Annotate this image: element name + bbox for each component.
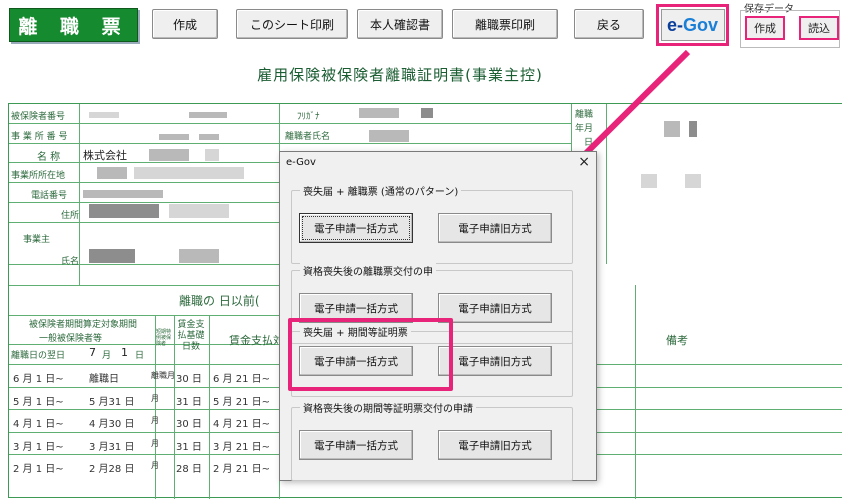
create-button[interactable]: 作成: [152, 9, 218, 39]
dialog-title: e-Gov: [286, 157, 316, 168]
id-check-button[interactable]: 本人確認書: [357, 9, 443, 39]
group-label: 喪失届 + 離職票 (通常のパターン): [300, 183, 462, 198]
legacy-method-button[interactable]: 電子申請旧方式: [438, 346, 552, 376]
row-to: 5 月31 日: [89, 396, 135, 408]
office-number-label: 事 業 所 番 号: [11, 132, 68, 142]
row-base-days: 30 日: [176, 419, 202, 430]
row-from: 2 月 1 日~: [13, 464, 64, 475]
next-day-day-unit: 日: [135, 351, 145, 361]
company-name-label: 名 称: [37, 152, 61, 163]
base-days-header: 賃金支払基礎日数: [177, 320, 205, 352]
wage-period-header: 賃金支払対: [229, 334, 284, 347]
print-sheet-button[interactable]: このシート印刷: [236, 9, 348, 39]
sheet-title-tab: 離 職 票: [9, 8, 138, 42]
group-label: 資格喪失後の離職票交付の申: [300, 263, 436, 278]
back-button[interactable]: 戻る: [574, 9, 644, 39]
leave-ym-label: 年月: [575, 124, 594, 134]
row-short-month: 離職月: [151, 371, 175, 380]
group-loss-and-separation: 喪失届 + 離職票 (通常のパターン) 電子申請一括方式 電子申請旧方式: [291, 183, 573, 264]
next-day-day[interactable]: 1: [121, 346, 128, 359]
remarks-header: 備考: [666, 334, 688, 347]
leaver-name-label: 離職者氏名: [285, 132, 331, 142]
general-insured-header: 一般被保険者等: [39, 334, 103, 344]
row-base-days: 31 日: [176, 441, 202, 453]
row-short-month: 月: [151, 393, 159, 403]
row-to: 離職日: [89, 374, 119, 385]
row-short-month: 月: [151, 461, 159, 470]
period-header: 被保険者期間算定対象期間: [29, 320, 138, 330]
egov-dialog: e-Gov × 喪失届 + 離職票 (通常のパターン) 電子申請一括方式 電子申…: [279, 151, 597, 481]
row-to: 3 月31 日: [89, 441, 135, 453]
legacy-method-button[interactable]: 電子申請旧方式: [438, 293, 552, 323]
batch-method-button[interactable]: 電子申請一括方式: [299, 430, 413, 460]
row-base-days: 30 日: [176, 374, 202, 385]
employer-label: 事業主: [23, 235, 51, 245]
egov-button[interactable]: e- Gov: [656, 4, 729, 46]
company-name-value: 株式会社: [83, 149, 127, 162]
batch-method-button[interactable]: 電子申請一括方式: [299, 213, 413, 243]
group-post-loss-period-cert: 資格喪失後の期間等証明票交付の申請 電子申請一括方式 電子申請旧方式: [291, 400, 573, 481]
row-pay-period: 5 月 21 日~: [213, 396, 271, 408]
employer-address-label: 住所: [61, 211, 80, 221]
wage-section-header: 離職の 日以前(: [179, 294, 260, 308]
highlight-frame: [288, 318, 453, 391]
group-label: 資格喪失後の期間等証明票交付の申請: [300, 400, 476, 415]
row-short-month: 月: [151, 438, 159, 448]
row-pay-period: 4 月 21 日~: [213, 419, 271, 430]
row-pay-period: 6 月 21 日~: [213, 374, 271, 385]
employer-name-label: 氏名: [61, 257, 80, 267]
short-term-header: 短期特例被保険者: [156, 329, 172, 347]
insured-number-label: 被保険者番号: [11, 112, 66, 122]
row-from: 3 月 1 日~: [13, 441, 64, 453]
row-short-month: 月: [151, 416, 159, 425]
next-day-month-unit: 月: [102, 351, 112, 361]
row-base-days: 31 日: [176, 396, 202, 408]
next-day-month[interactable]: 7: [89, 346, 96, 359]
office-address-label: 事業所所在地: [11, 171, 66, 181]
row-from: 6 月 1 日~: [13, 374, 64, 385]
document-title: 雇用保険被保険者離職証明書(事業主控): [257, 66, 543, 84]
furigana-label: ﾌﾘｶﾞﾅ: [297, 112, 320, 122]
row-pay-period: 3 月 21 日~: [213, 441, 271, 453]
row-from: 4 月 1 日~: [13, 419, 64, 430]
save-create-button[interactable]: 作成: [745, 16, 785, 40]
row-pay-period: 2 月 21 日~: [213, 464, 271, 475]
row-to: 4 月30 日: [89, 419, 135, 430]
row-base-days: 28 日: [176, 464, 202, 475]
save-load-button[interactable]: 読込: [799, 16, 839, 40]
row-to: 2 月28 日: [89, 464, 135, 475]
legacy-method-button[interactable]: 電子申請旧方式: [438, 213, 552, 243]
row-from: 5 月 1 日~: [13, 396, 64, 408]
leave-date-label: 離職: [575, 110, 594, 120]
egov-logo: e- Gov: [660, 9, 725, 41]
tel-label: 電話番号: [31, 191, 68, 201]
leave-day-label: 日: [584, 138, 594, 148]
close-icon[interactable]: ×: [578, 154, 590, 170]
print-rikyo-button[interactable]: 離職票印刷: [452, 9, 558, 39]
next-day-label: 離職日の翌日: [11, 351, 66, 361]
legacy-method-button[interactable]: 電子申請旧方式: [438, 430, 552, 460]
